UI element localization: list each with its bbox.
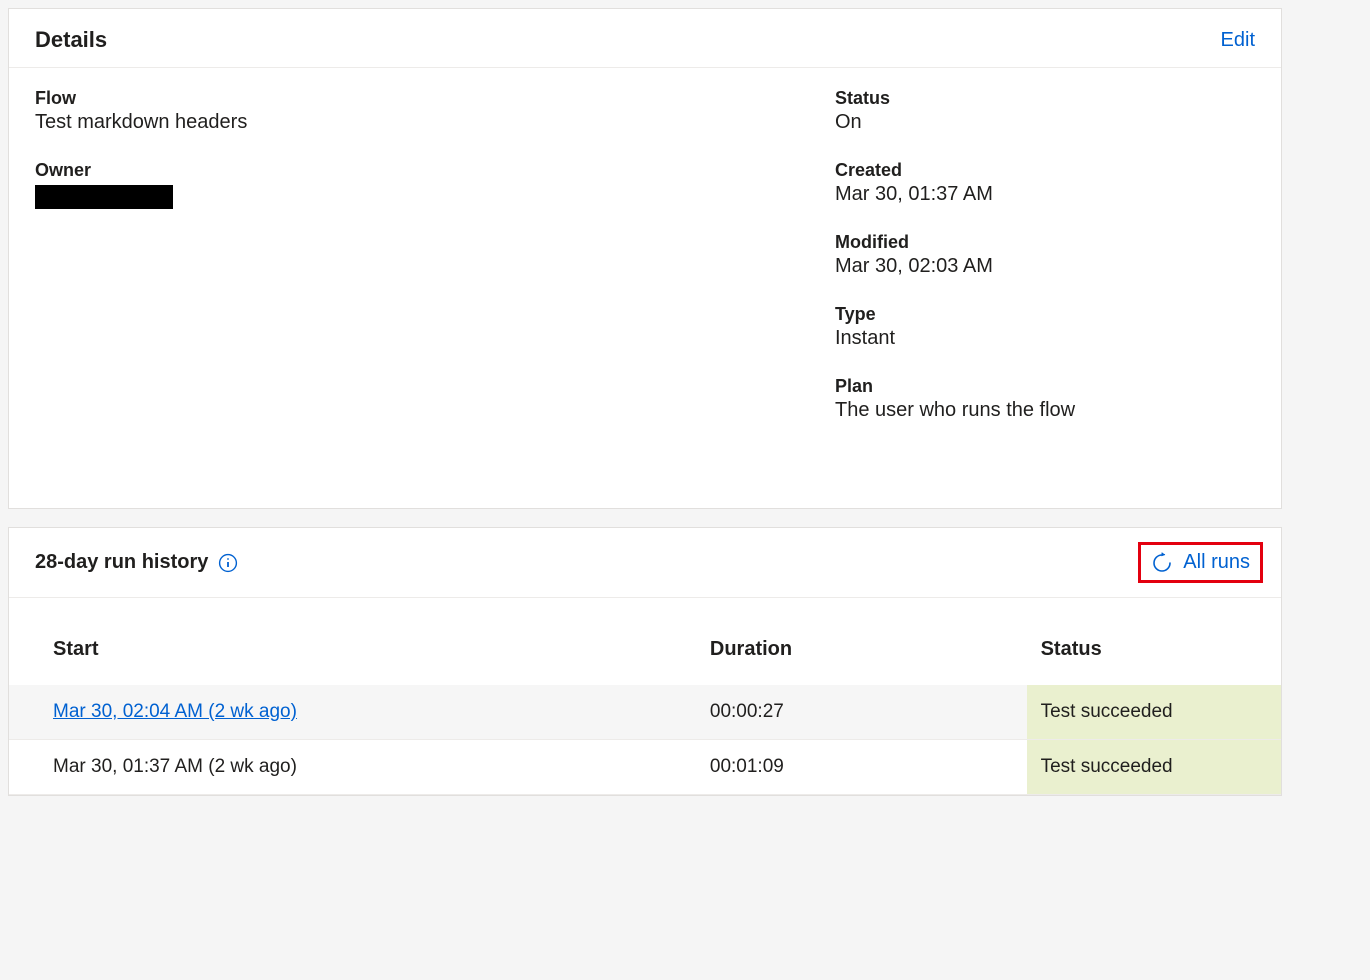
field-flow-label: Flow [35,88,815,109]
refresh-icon [1151,552,1173,574]
details-col-left: Flow Test markdown headers Owner [35,88,835,448]
run-history-card: 28-day run history All runs Start [8,527,1282,796]
field-plan-label: Plan [835,376,1235,397]
owner-redacted [35,185,173,209]
details-col-right: Status On Created Mar 30, 01:37 AM Modif… [835,88,1255,448]
field-flow: Flow Test markdown headers [35,88,815,134]
field-plan: Plan The user who runs the flow [835,376,1235,422]
col-header-start[interactable]: Start [9,598,696,685]
info-icon[interactable] [218,553,238,573]
field-status-label: Status [835,88,1235,109]
all-runs-button[interactable]: All runs [1138,542,1263,583]
table-header-row: Start Duration Status [9,598,1281,685]
edit-link[interactable]: Edit [1221,29,1255,52]
field-status-value: On [835,111,1235,134]
cell-duration: 00:00:27 [696,685,1027,740]
field-modified: Modified Mar 30, 02:03 AM [835,232,1235,278]
field-type-value: Instant [835,327,1235,350]
runs-table: Start Duration Status Mar 30, 02:04 AM (… [9,598,1281,795]
field-created-label: Created [835,160,1235,181]
field-created-value: Mar 30, 01:37 AM [835,183,1235,206]
field-created: Created Mar 30, 01:37 AM [835,160,1235,206]
table-row[interactable]: Mar 30, 01:37 AM (2 wk ago) 00:01:09 Tes… [9,740,1281,795]
run-start-link[interactable]: Mar 30, 02:04 AM (2 wk ago) [53,701,297,722]
field-flow-value: Test markdown headers [35,111,815,134]
run-start-text: Mar 30, 01:37 AM (2 wk ago) [53,756,297,777]
table-row[interactable]: Mar 30, 02:04 AM (2 wk ago) 00:00:27 Tes… [9,685,1281,740]
cell-start: Mar 30, 02:04 AM (2 wk ago) [9,685,696,740]
col-header-status[interactable]: Status [1027,598,1281,685]
cell-duration: 00:01:09 [696,740,1027,795]
field-owner-label: Owner [35,160,815,181]
field-plan-value: The user who runs the flow [835,399,1235,422]
field-status: Status On [835,88,1235,134]
run-history-heading: 28-day run history [35,551,208,574]
field-owner: Owner [35,160,815,209]
field-modified-label: Modified [835,232,1235,253]
col-header-duration[interactable]: Duration [696,598,1027,685]
run-history-header: 28-day run history All runs [9,528,1281,598]
cell-status: Test succeeded [1027,685,1281,740]
details-body: Flow Test markdown headers Owner Status … [9,68,1281,508]
details-card: Details Edit Flow Test markdown headers … [8,8,1282,509]
details-heading: Details [35,27,107,53]
cell-status: Test succeeded [1027,740,1281,795]
cell-start: Mar 30, 01:37 AM (2 wk ago) [9,740,696,795]
details-header: Details Edit [9,9,1281,68]
run-history-title-wrap: 28-day run history [35,551,238,574]
field-modified-value: Mar 30, 02:03 AM [835,255,1235,278]
field-type-label: Type [835,304,1235,325]
all-runs-label: All runs [1183,551,1250,574]
field-type: Type Instant [835,304,1235,350]
